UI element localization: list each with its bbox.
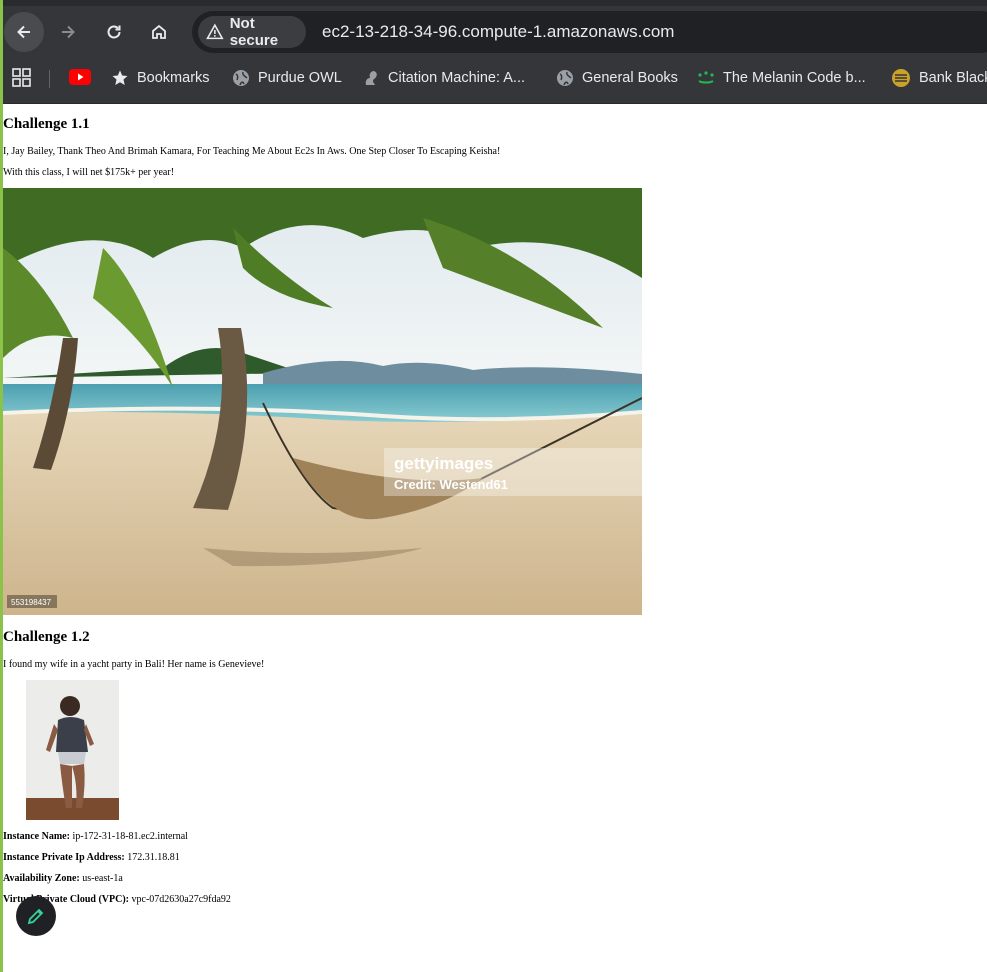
security-label: Not secure <box>229 15 279 49</box>
bookmarks-separator <box>49 70 50 88</box>
browser-toolbar: Not secure ec2-13-218-34-96.compute-1.am… <box>0 0 987 60</box>
challenge-1-2-heading: Challenge 1.2 <box>3 629 90 645</box>
bookmark-label: Bank Black <box>919 70 987 86</box>
bookmark-label: Citation Machine: A... <box>388 70 526 86</box>
availability-zone-value: us-east-1a <box>82 873 123 884</box>
crown-icon <box>698 71 714 84</box>
globe-icon <box>557 70 573 86</box>
vpc-value: vpc-07d2630a27c9fda92 <box>131 894 231 905</box>
arrow-left-icon <box>17 25 30 39</box>
instance-name-label: Instance Name: <box>3 831 70 842</box>
home-button[interactable] <box>139 12 179 52</box>
image-id-label: 553198437 <box>11 598 52 607</box>
challenge-1-2-text: I found my wife in a yacht party in Bali… <box>3 659 265 670</box>
squirrel-icon <box>365 71 377 85</box>
tab-strip-edge <box>0 0 987 6</box>
instance-name-row: Instance Name: ip-172-31-18-81.ec2.inter… <box>3 831 188 842</box>
challenge-1-1-heading: Challenge 1.1 <box>3 116 90 132</box>
reload-icon <box>107 25 121 39</box>
bookmark-label: Purdue OWL <box>258 70 342 86</box>
forward-button[interactable] <box>48 12 88 52</box>
watermark-credit: Credit: Westend61 <box>394 477 508 492</box>
apps-grid-icon[interactable] <box>12 68 31 92</box>
watermark-brand: gettyimages <box>394 454 493 473</box>
globe-icon <box>233 70 249 86</box>
bookmark-label: The Melanin Code b... <box>723 70 866 86</box>
instance-ip-label: Instance Private Ip Address: <box>3 852 125 863</box>
bank-black-logo-icon <box>892 69 910 87</box>
challenge-1-1-salary-text: With this class, I will net $175k+ per y… <box>3 167 175 178</box>
beach-hammock-image: gettyimages Credit: Westend61 553198437 <box>3 188 642 615</box>
bookmark-label: Bookmarks <box>137 70 210 86</box>
bookmark-bank-black[interactable]: Bank Black <box>891 60 987 96</box>
bookmark-melanin-code[interactable]: The Melanin Code b... <box>697 60 866 96</box>
home-icon <box>152 24 166 39</box>
security-chip[interactable]: Not secure <box>198 15 306 49</box>
warning-icon <box>206 23 224 40</box>
bookmarks-bar: Bookmarks Purdue OWL Citation Machine: A… <box>0 60 987 104</box>
challenge-1-1-text: I, Jay Bailey, Thank Theo And Brimah Kam… <box>3 146 501 157</box>
window-edge <box>0 0 3 972</box>
instance-name-value: ip-172-31-18-81.ec2.internal <box>72 831 188 842</box>
youtube-icon[interactable] <box>69 69 91 85</box>
reload-button[interactable] <box>94 12 134 52</box>
bookmark-general-books[interactable]: General Books <box>556 60 678 96</box>
bookmark-label: General Books <box>582 70 678 86</box>
person-photo <box>26 680 119 820</box>
edit-fab-button[interactable] <box>16 896 56 936</box>
back-button[interactable] <box>4 12 44 52</box>
availability-zone-label: Availability Zone: <box>3 873 80 884</box>
bookmark-citation-machine[interactable]: Citation Machine: A... <box>362 60 525 96</box>
address-bar[interactable]: Not secure ec2-13-218-34-96.compute-1.am… <box>192 11 987 53</box>
bookmark-purdue-owl[interactable]: Purdue OWL <box>232 60 342 96</box>
url-text[interactable]: ec2-13-218-34-96.compute-1.amazonaws.com <box>322 22 674 42</box>
pencil-icon <box>27 908 44 925</box>
availability-zone-row: Availability Zone: us-east-1a <box>3 873 123 884</box>
instance-ip-row: Instance Private Ip Address: 172.31.18.8… <box>3 852 180 863</box>
arrow-right-icon <box>62 25 75 39</box>
star-icon <box>112 70 128 85</box>
bookmark-bookmarks[interactable]: Bookmarks <box>111 60 210 96</box>
instance-ip-value: 172.31.18.81 <box>127 852 180 863</box>
